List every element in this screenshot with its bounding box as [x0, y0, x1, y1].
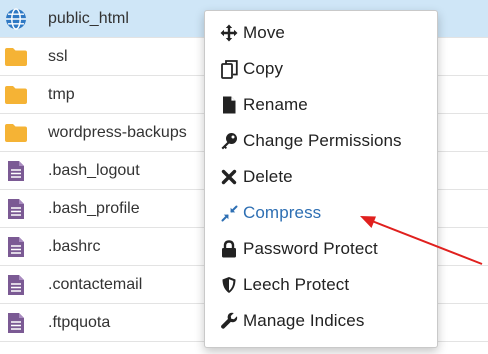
annotation-arrow [360, 216, 483, 265]
